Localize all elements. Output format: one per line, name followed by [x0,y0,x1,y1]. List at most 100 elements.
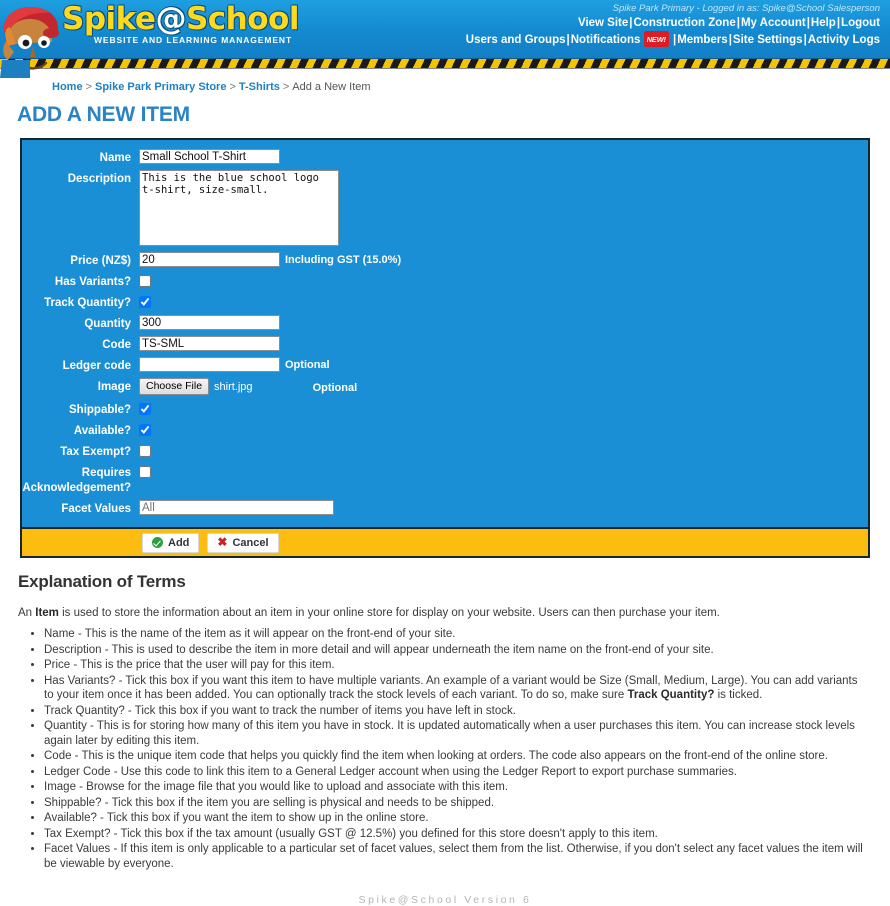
footer-version-label: Spike@School Version 6 [358,894,532,906]
track-quantity-label: Track Quantity? [44,297,131,309]
field-row-requires-acknowledgement: Requires Acknowledgement? [22,464,868,496]
field-row-description: Description [22,170,868,246]
list-item: Quantity - This is for storing how many … [44,719,870,748]
header-nav-row-2[interactable]: Users and Groups|Notifications NEW! |Mem… [466,31,880,48]
choose-file-button[interactable]: Choose File [139,378,210,395]
facet-values-input[interactable] [139,500,334,515]
mascot-logo-icon [0,2,62,78]
intro-bold-item: Item [35,607,59,619]
quantity-input[interactable] [139,315,280,330]
nav-members[interactable]: Members [677,34,728,46]
has-variants-checkbox[interactable] [139,275,151,287]
site-logo[interactable]: Spike@School WEBSITE AND LEARNING MANAGE… [62,2,299,45]
header-right-block: Spike Park Primary - Logged in as: Spike… [466,3,880,48]
field-row-track-quantity: Track Quantity? [22,294,868,311]
intro-text-after: is used to store the information about a… [58,607,720,619]
breadcrumb-separator: > [85,81,92,93]
code-input[interactable] [139,336,280,351]
requires-acknowledgement-checkbox[interactable] [139,466,151,478]
new-badge: NEW! [643,31,669,47]
breadcrumb-item-current: Add a New Item [292,81,371,93]
field-row-ledger-code: Ledger code Optional [22,357,868,374]
code-label: Code [102,339,131,351]
variants-bold-track-quantity: Track Quantity? [627,689,715,701]
list-item: Image - Browse for the image file that y… [44,780,870,795]
add-item-form-panel: Name Description Price (NZ$) Including G… [20,138,870,558]
requires-acknowledgement-label: Requires Acknowledgement? [22,467,131,494]
list-item: Track Quantity? - Tick this box if you w… [44,704,870,719]
logged-in-user-label: Spike Park Primary - Logged in as: Spike… [612,3,880,14]
breadcrumb: Home > Spike Park Primary Store > T-Shirts > A… [0,69,890,93]
explanation-heading: Explanation of Terms [18,572,186,591]
nav-activity-logs[interactable]: Activity Logs [808,34,880,46]
nav-my-account[interactable]: My Account [741,17,806,29]
explanation-intro: An Item is used to store the information… [18,606,870,621]
field-row-price: Price (NZ$) Including GST (15.0%) [22,252,868,269]
list-item: Price - This is the price that the user … [44,658,870,673]
breadcrumb-separator: > [282,81,290,93]
form-body: Name Description Price (NZ$) Including G… [22,140,868,527]
image-optional-hint: Optional [312,381,358,394]
nav-view-site[interactable]: View Site [578,17,628,29]
field-row-code: Code [22,336,868,353]
logo-title-at: @ [155,1,186,37]
image-filename-label: shirt.jpg [214,380,253,393]
track-quantity-checkbox[interactable] [139,296,151,308]
close-x-icon: ✖ [217,535,228,549]
logo-subtitle: WEBSITE AND LEARNING MANAGEMENT [94,35,293,45]
available-checkbox[interactable] [139,424,151,436]
tax-exempt-checkbox[interactable] [139,445,151,457]
shippable-checkbox[interactable] [139,403,151,415]
name-label: Name [99,152,131,164]
nav-site-settings[interactable]: Site Settings [733,34,803,46]
shippable-label: Shippable? [69,404,131,416]
price-input[interactable] [139,252,280,267]
list-item-has-variants: Has Variants? - Tick this box if you wan… [44,674,870,703]
ledger-code-input[interactable] [139,357,280,372]
breadcrumb-item-tshirts[interactable]: T-Shirts [239,81,280,93]
explanation-list: Name - This is the name of the item as i… [18,627,870,871]
name-input[interactable] [139,149,280,164]
field-row-image: Image Choose File shirt.jpg Optional [22,378,868,395]
cancel-button[interactable]: ✖ Cancel [207,532,279,553]
tax-exempt-label: Tax Exempt? [60,446,131,458]
add-button-label: Add [168,536,190,549]
nav-notifications[interactable]: Notifications [571,34,641,46]
field-row-facet-values: Facet Values [22,500,868,517]
field-row-name: Name [22,149,868,166]
ledger-code-optional-hint: Optional [285,359,330,371]
nav-construction-zone[interactable]: Construction Zone [634,17,736,29]
description-label: Description [67,173,131,185]
price-label: Price (NZ$) [70,255,131,267]
site-header: Spike@School WEBSITE AND LEARNING MANAGE… [0,0,890,78]
check-circle-icon [152,537,163,548]
hazard-stripe-divider [0,58,890,69]
logo-title: Spike@School [62,2,299,36]
logo-title-right: School [185,1,300,37]
list-item: Facet Values - If this item is only appl… [44,842,870,871]
list-item: Tax Exempt? - Tick this box if the tax a… [44,827,870,842]
has-variants-label: Has Variants? [54,276,131,288]
breadcrumb-item-home[interactable]: Home [52,81,83,93]
field-row-shippable: Shippable? [22,401,868,418]
list-item: Description - This is used to describe t… [44,643,870,658]
description-textarea[interactable] [139,170,339,246]
nav-users-and-groups[interactable]: Users and Groups [466,34,566,46]
field-row-available: Available? [22,422,868,439]
list-item: Ledger Code - Use this code to link this… [44,765,870,780]
nav-logout[interactable]: Logout [841,17,880,29]
breadcrumb-item-store[interactable]: Spike Park Primary Store [95,81,226,93]
ledger-code-label: Ledger code [62,360,131,372]
breadcrumb-separator: > [229,81,236,93]
image-label: Image [97,381,131,393]
intro-text-before: An [18,607,36,619]
list-item: Code - This is the unique item code that… [44,749,870,764]
add-button[interactable]: Add [142,532,200,553]
quantity-label: Quantity [84,318,131,330]
header-nav-row-1[interactable]: View Site|Construction Zone|My Account|H… [466,16,880,31]
variants-text-after: is ticked. [714,689,763,701]
nav-help[interactable]: Help [811,17,836,29]
list-item: Available? - Tick this box if you want t… [44,811,870,826]
page-title: ADD A NEW ITEM [17,103,190,126]
list-item: Name - This is the name of the item as i… [44,627,870,642]
